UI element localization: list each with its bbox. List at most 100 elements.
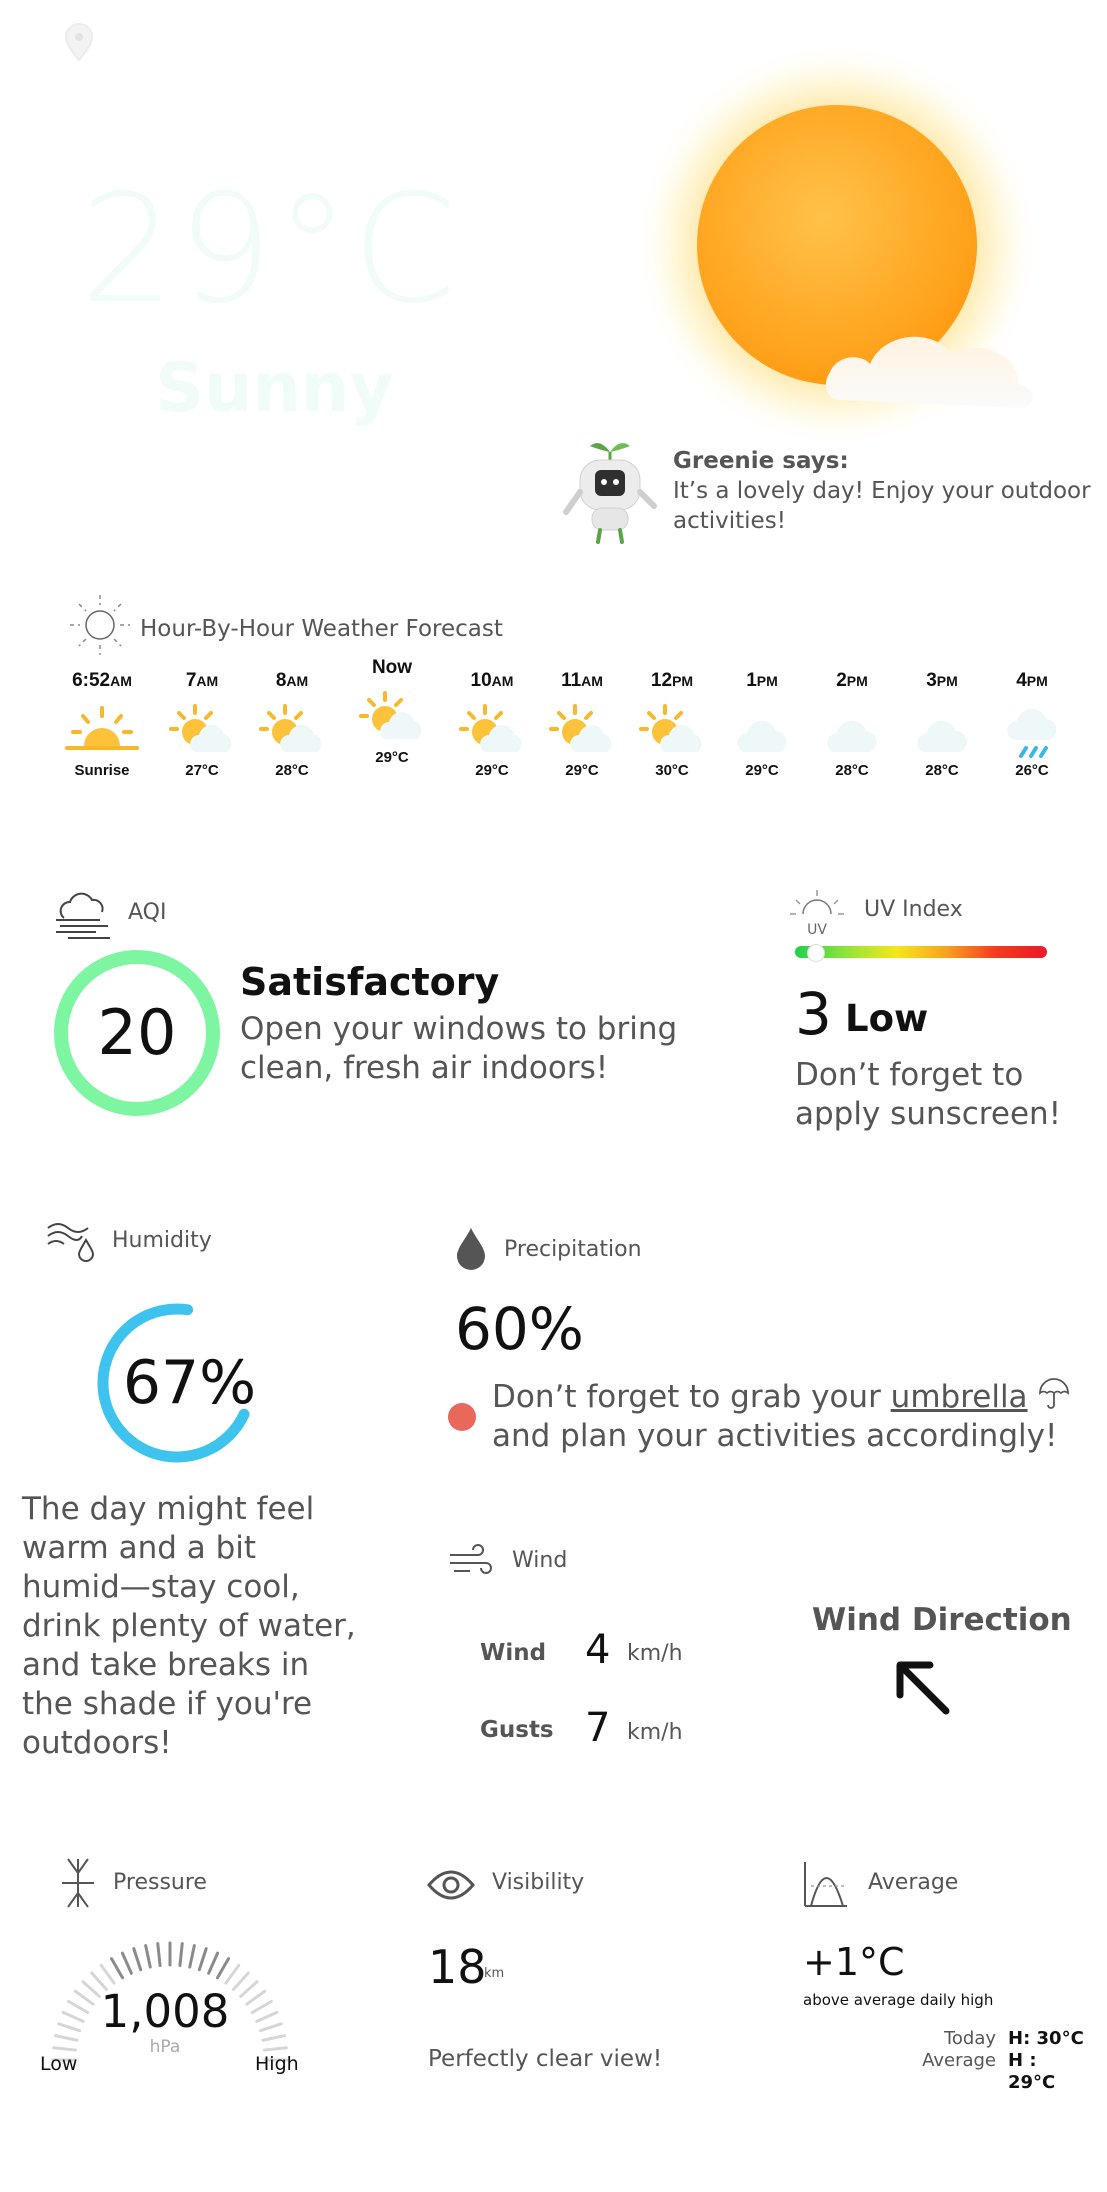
average-chart-icon [803,1860,849,1908]
hourly-time: 6:52AM [57,670,147,692]
pressure-gauge-tick [73,1989,95,2006]
umbrella-link[interactable]: umbrella [891,1379,1028,1415]
pressure-gauge-tick [188,1944,196,1969]
hourly-time-value: 10 [470,670,492,691]
average-high: H : 29°C [1008,2050,1056,2093]
precipitation-message: Don’t forget to grab your umbrella and p… [492,1377,1092,1456]
pressure-gauge-tick [250,2000,273,2014]
hourly-value: 28°C [925,762,959,779]
visibility-label: Visibility [492,1870,585,1895]
hourly-item: 10AM 29°C [447,670,537,779]
pressure-label: Pressure [113,1870,207,1895]
uv-level: Low [845,997,929,1040]
humidity-message: The day might feel warm and a bit humid—… [22,1491,356,1761]
visibility-value: 18 [428,1940,487,1994]
pressure-gauge-tick [156,1942,162,1968]
hourly-time-period: PM [846,673,868,689]
pressure-gauge-tick [52,2046,78,2052]
hourly-time: 12PM [627,670,717,692]
pressure-gauge-tick [178,1942,184,1968]
precipitation-label: Precipitation [504,1237,642,1262]
hourly-time: 10AM [447,670,537,692]
hourly-value: 28°C [275,762,309,779]
hourly-time: 11AM [537,670,627,692]
current-condition: Sunny [155,349,394,428]
partly-sunny-icon [627,700,717,760]
aqi-value: 20 [97,996,177,1069]
hourly-time-value: 4 [1016,670,1027,691]
hourly-time-period: AM [581,673,603,689]
precipitation-status-dot [448,1403,476,1431]
uv-sun-icon: UV [790,888,844,938]
rain-icon [987,700,1077,760]
pressure-gauge-tick [110,1957,124,1980]
hourly-time-value: 1 [746,670,757,691]
hourly-value: 29°C [565,762,599,779]
average-subtitle: above average daily high [803,1991,994,2009]
hourly-time: 2PM [807,670,897,692]
hourly-value: Sunrise [74,762,130,779]
visibility-message: Perfectly clear view! [428,2046,663,2072]
svg-text:UV: UV [807,922,827,938]
hourly-time-period: AM [110,673,132,689]
pressure-gauge-tick [132,1947,143,1972]
smog-cloud-icon [52,888,114,944]
average-difference: +1°C [803,1940,905,1984]
cloud-icon [717,700,807,760]
partly-sunny-icon [537,700,627,760]
wind-icon [448,1543,496,1581]
pressure-gauge-tick [232,1971,250,1991]
humidity-icon [46,1218,98,1262]
gusts-label: Gusts [480,1717,554,1743]
uv-scale-marker [807,944,825,962]
today-high: H: 30°C [1008,2028,1084,2049]
wind-direction-arrow-icon [890,1655,960,1725]
gusts-value: 7 [585,1705,611,1751]
hourly-time: Now [347,657,437,679]
raindrop-icon [455,1226,487,1270]
hourly-time-value: 11 [561,670,582,691]
average-comparison: Today H: 30°C Average H : 29°C [860,2028,1090,2094]
pressure-gauge-tick [144,1944,152,1969]
aqi-label: AQI [128,900,167,925]
pressure-gauge-tick [245,1989,267,2006]
today-label: Today [943,2028,996,2049]
partly-sunny-icon [347,687,437,747]
eye-icon [427,1868,475,1902]
partly-sunny-icon [247,700,337,760]
hourly-time-value: Now [371,657,413,678]
aqi-message: Open your windows to bring clean, fresh … [240,1011,678,1086]
wind-speed-label: Wind [480,1640,547,1666]
pressure-gauge-tick [57,2022,82,2033]
location-pin-icon[interactable] [55,18,103,66]
wind-direction-title: Wind Direction [812,1602,1072,1638]
humidity-label: Humidity [112,1228,212,1253]
pressure-gauge-tick [255,2010,279,2023]
hourly-value: 26°C [1015,762,1049,779]
hourly-time-period: AM [196,673,219,689]
pressure-unit: hPa [149,2037,181,2057]
greenie-title: Greenie says: [673,448,849,474]
hourly-value: 29°C [745,762,779,779]
pressure-gauge-tick [239,1980,259,1998]
current-temperature: 29°C [80,163,459,337]
hourly-time: 7AM [157,670,247,692]
hourly-time-period: AM [491,673,514,689]
hourly-item: 1PM 29°C [717,670,807,779]
pressure-value: 1,008 [100,1985,230,2038]
greenie-message: It’s a lovely day! Enjoy your outdoor ac… [673,478,1091,534]
uv-label: UV Index [864,897,963,922]
cloud-icon [807,700,897,760]
hourly-item: 8AM 28°C [247,670,337,779]
humidity-value: 67% [122,1348,257,1418]
hourly-time: 8AM [247,670,337,692]
hourly-time-value: 7 [185,670,197,691]
hourly-forecast-title: Hour-By-Hour Weather Forecast [140,616,503,642]
hourly-item: 2PM 28°C [807,670,897,779]
pressure-gauge-tick [120,1951,133,1975]
pressure-gauge-tick [197,1947,208,1972]
average-today-row: Today H: 30°C [860,2028,1090,2050]
pressure-gauge-tick [54,2034,79,2042]
sunrise-icon [57,700,147,760]
hourly-value: 29°C [375,749,409,766]
